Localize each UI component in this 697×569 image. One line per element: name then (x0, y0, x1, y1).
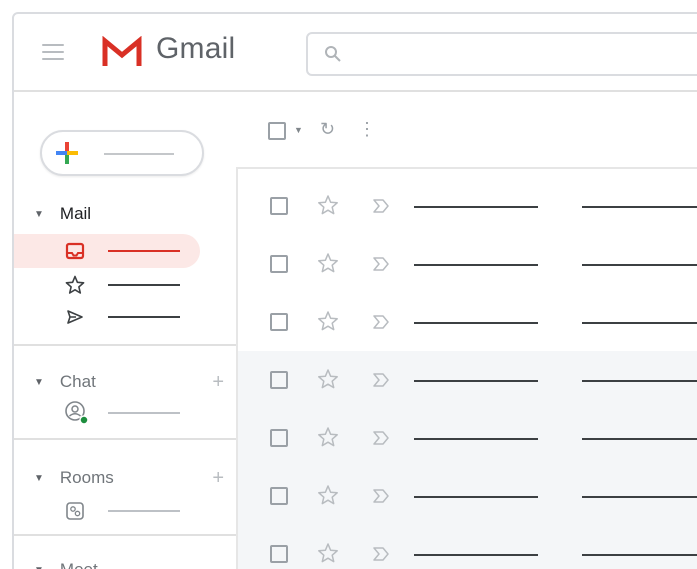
subject-placeholder (582, 496, 697, 498)
message-list (236, 167, 697, 569)
caret-down-icon: ▼ (34, 565, 44, 569)
select-all-checkbox[interactable] (268, 122, 286, 140)
list-toolbar: ▼ ↻ ⋮ (236, 92, 697, 167)
inbox-icon (65, 242, 85, 260)
sender-placeholder (414, 264, 538, 266)
checkbox-icon[interactable] (270, 197, 288, 215)
sidebar-item-label-placeholder (108, 510, 180, 512)
sender-placeholder (414, 322, 538, 324)
sidebar-item-label-placeholder (108, 412, 180, 414)
section-meet[interactable]: ▼ Meet (34, 560, 98, 569)
star-icon[interactable] (316, 251, 340, 275)
caret-down-icon: ▼ (34, 472, 44, 484)
subject-placeholder (582, 554, 697, 556)
subject-placeholder (582, 206, 697, 208)
caret-down-icon[interactable]: ▼ (294, 125, 303, 135)
important-icon[interactable] (372, 197, 392, 215)
top-header: Gmail (14, 14, 697, 92)
sidebar-item-label-placeholder (108, 250, 180, 252)
subject-placeholder (582, 264, 697, 266)
checkbox-icon[interactable] (270, 371, 288, 389)
section-mail[interactable]: ▼ Mail (34, 204, 91, 224)
section-chat[interactable]: ▼ Chat + (34, 371, 224, 394)
section-meet-label: Meet (60, 560, 98, 569)
checkbox-icon[interactable] (270, 487, 288, 505)
important-icon[interactable] (372, 487, 392, 505)
add-room-button[interactable]: + (212, 467, 224, 490)
table-row[interactable] (238, 177, 697, 235)
send-icon (67, 310, 83, 324)
star-icon[interactable] (316, 309, 340, 333)
search-icon (325, 46, 341, 62)
sender-placeholder (414, 554, 538, 556)
star-icon[interactable] (316, 193, 340, 217)
important-icon[interactable] (372, 429, 392, 447)
table-row[interactable] (238, 235, 697, 293)
table-row[interactable] (238, 293, 697, 351)
room-icon (66, 502, 84, 520)
table-row[interactable] (238, 467, 697, 525)
star-icon[interactable] (316, 367, 340, 391)
sender-placeholder (414, 380, 538, 382)
caret-down-icon: ▼ (34, 376, 44, 388)
star-icon[interactable] (316, 425, 340, 449)
sidebar: ▼ Mail ▼ Chat + ▼ Rooms + (14, 92, 236, 569)
caret-down-icon: ▼ (34, 208, 44, 220)
hamburger-menu-icon[interactable] (42, 44, 64, 60)
sender-placeholder (414, 206, 538, 208)
sidebar-item-sent[interactable] (14, 300, 200, 334)
star-icon (65, 275, 85, 294)
checkbox-icon[interactable] (270, 429, 288, 447)
table-row[interactable] (238, 525, 697, 569)
section-mail-label: Mail (59, 204, 92, 223)
sender-placeholder (414, 496, 538, 498)
more-vert-icon[interactable]: ⋮ (358, 119, 376, 140)
sidebar-item-chat[interactable] (14, 396, 200, 430)
app-title: Gmail (156, 32, 236, 65)
add-chat-button[interactable]: + (212, 371, 224, 394)
sender-placeholder (414, 438, 538, 440)
sidebar-item-room[interactable] (14, 494, 200, 528)
user-status-icon (65, 401, 89, 425)
sidebar-item-inbox[interactable] (14, 234, 200, 268)
app-window: Gmail ▼ Mail ▼ Chat + ▼ Rooms + ▼ ↻ ⋮ (12, 12, 697, 569)
important-icon[interactable] (372, 371, 392, 389)
table-row[interactable] (238, 409, 697, 467)
sidebar-item-label-placeholder (108, 284, 180, 286)
star-icon[interactable] (316, 541, 340, 565)
compose-label-placeholder (104, 153, 174, 155)
subject-placeholder (582, 322, 697, 324)
checkbox-icon[interactable] (270, 545, 288, 563)
section-divider (14, 438, 236, 440)
compose-button[interactable] (40, 130, 204, 176)
checkbox-icon[interactable] (270, 313, 288, 331)
important-icon[interactable] (372, 313, 392, 331)
section-divider (14, 534, 236, 536)
gmail-logo[interactable] (102, 36, 142, 68)
section-divider (14, 344, 236, 346)
section-rooms-label: Rooms (59, 468, 114, 487)
section-rooms[interactable]: ▼ Rooms + (34, 467, 224, 490)
section-chat-label: Chat (59, 372, 96, 391)
checkbox-icon[interactable] (270, 255, 288, 273)
search-input[interactable] (306, 32, 697, 76)
important-icon[interactable] (372, 255, 392, 273)
table-row[interactable] (238, 351, 697, 409)
sidebar-item-starred[interactable] (14, 268, 200, 302)
refresh-icon[interactable]: ↻ (320, 119, 335, 140)
plus-icon (56, 142, 78, 164)
sidebar-item-label-placeholder (108, 316, 180, 318)
subject-placeholder (582, 438, 697, 440)
subject-placeholder (582, 380, 697, 382)
star-icon[interactable] (316, 483, 340, 507)
important-icon[interactable] (372, 545, 392, 563)
